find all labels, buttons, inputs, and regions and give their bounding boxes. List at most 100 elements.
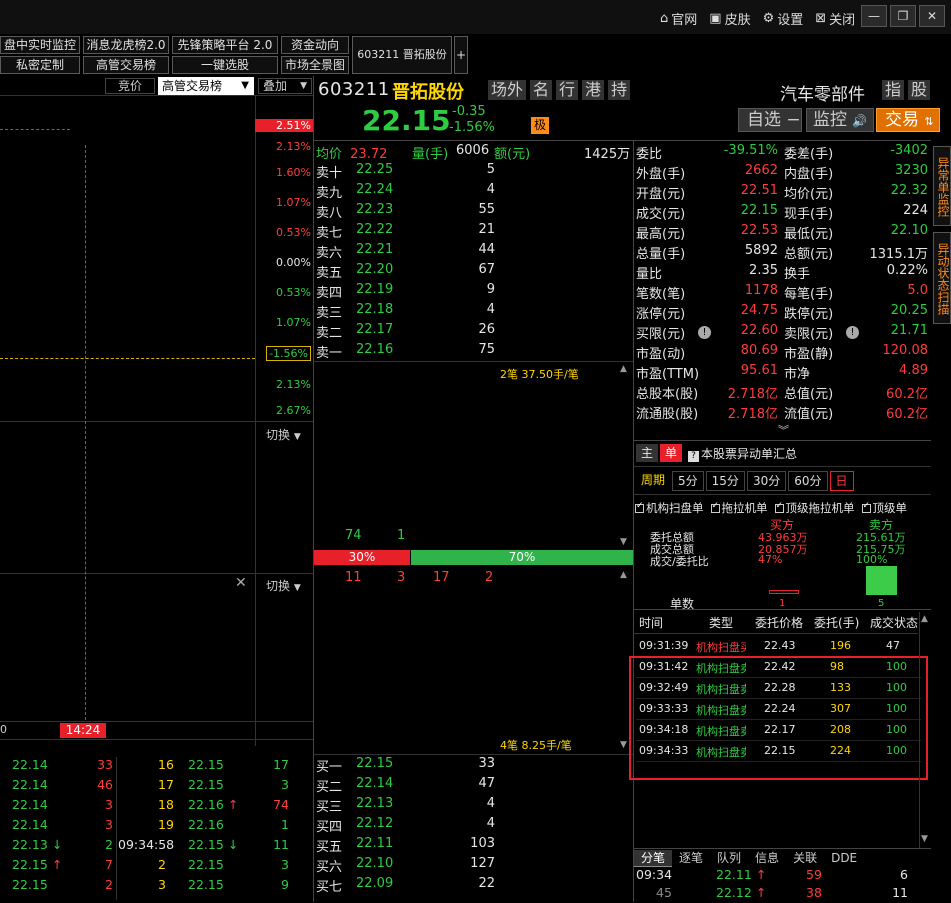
order-row[interactable]: 09:31:39 机构扫盘买 22.43 196 47 — [636, 636, 921, 657]
nav-exec-trading[interactable]: 高管交易榜 — [83, 56, 169, 74]
nav-market-panorama[interactable]: 市场全景图 — [281, 56, 349, 74]
order-level-row[interactable]: 卖三 22.18 4 — [316, 302, 632, 322]
tick-list-right: 09:34 22.11 ↑ 59 6 45 22.12 ↑ 38 11 — [636, 867, 916, 903]
order-level-row[interactable]: 买二 22.14 47 — [316, 776, 632, 796]
period-tab[interactable]: 5分 — [672, 471, 704, 491]
period-tab[interactable]: 30分 — [746, 471, 787, 491]
bottom-tab[interactable]: 逐笔 — [672, 850, 710, 867]
bottom-tab[interactable]: DDE — [824, 850, 864, 867]
orders-header-cell[interactable]: 委托(手) — [814, 614, 859, 631]
order-level-row[interactable]: 卖十 22.25 5 — [316, 162, 632, 182]
stat-value: 22.60 — [740, 323, 778, 338]
nav-realtime-monitor[interactable]: 盘中实时监控 — [0, 36, 80, 54]
nav-pioneer-strategy[interactable]: 先锋策略平台 2.0 — [172, 36, 278, 54]
stat-label: 市净 — [784, 367, 811, 382]
side-tab-abnormal[interactable]: 异常单监控 — [933, 146, 951, 226]
orders-header-cell[interactable]: 时间 — [639, 614, 663, 631]
close-window-button[interactable]: ✕ — [919, 5, 945, 27]
scroll-up-icon-3[interactable]: ▲ — [921, 614, 928, 624]
level-volume: 47 — [478, 776, 495, 791]
order-level-row[interactable]: 买一 22.15 33 — [316, 756, 632, 776]
stock-tag[interactable]: 场外 — [488, 80, 527, 100]
order-level-row[interactable]: 卖七 22.22 21 — [316, 222, 632, 242]
axis-pct-label: 2.67% — [276, 404, 311, 417]
filter-checkbox[interactable]: 拖拉机单 — [710, 500, 768, 516]
order-level-row[interactable]: 买六 22.10 127 — [316, 856, 632, 876]
overlay-button[interactable]: 叠加 ▼ — [258, 78, 312, 94]
summary-link[interactable]: ? 本股票异动单汇总 — [688, 445, 797, 462]
filter-checkbox[interactable]: 顶级拖拉机单 — [774, 500, 855, 516]
period-tab[interactable]: 日 — [829, 471, 854, 491]
stat-label: 内盘(手) — [784, 167, 834, 182]
scroll-up-icon-2[interactable]: ▲ — [620, 570, 627, 580]
switch-button-2[interactable]: 切换 ▼ — [266, 577, 301, 594]
tick-row: 22.13 2 09:34:58 22.15 11 ↓ ↓ — [12, 837, 289, 852]
orders-header-cell[interactable]: 成交状态 — [870, 614, 918, 631]
stat-label: 跌停(元) — [784, 307, 834, 322]
order-level-row[interactable]: 卖一 22.16 75 — [316, 342, 632, 362]
minimize-button[interactable]: — — [861, 5, 887, 27]
restore-button[interactable]: ❐ — [890, 5, 916, 27]
monitor-button[interactable]: 监控 🔊 — [806, 108, 874, 132]
tick-row: 22.14 3 18 22.16 74 ↑ — [12, 797, 289, 812]
stat-label: 总量(手) — [636, 247, 686, 262]
index-tag[interactable]: 股 — [908, 80, 931, 100]
order-level-row[interactable]: 卖四 22.19 9 — [316, 282, 632, 302]
bottom-tab[interactable]: 信息 — [748, 850, 786, 867]
scroll-up-icon[interactable]: ▲ — [620, 364, 627, 374]
settings-link[interactable]: ⚙ 设置 — [763, 9, 804, 28]
period-tab[interactable]: 周期 — [636, 471, 670, 491]
info-icon[interactable]: ! — [698, 326, 711, 339]
order-level-row[interactable]: 买五 22.11 103 — [316, 836, 632, 856]
order-level-row[interactable]: 卖五 22.20 67 — [316, 262, 632, 282]
bottom-tab[interactable]: 队列 — [710, 850, 748, 867]
orders-header-cell[interactable]: 委托价格 — [755, 614, 803, 631]
add-tab-button[interactable]: + — [454, 36, 468, 74]
stock-tag[interactable]: 行 — [556, 80, 579, 100]
level-label: 卖五 — [316, 266, 343, 281]
tick-list-left: 22.14 33 16 22.15 17 22.14 46 17 22.15 3 22.14 3 18 2… — [0, 757, 313, 900]
stock-tag[interactable]: 港 — [582, 80, 605, 100]
scroll-down-icon-3[interactable]: ▼ — [921, 834, 928, 844]
switch-button-1[interactable]: 切换 ▼ — [266, 426, 301, 443]
tab-single[interactable]: 单 — [660, 444, 682, 462]
filter-checkbox[interactable]: 顶级单 — [861, 500, 907, 516]
scroll-down-icon-2[interactable]: ▼ — [620, 740, 627, 750]
bid-button[interactable]: 竞价 — [105, 78, 155, 94]
stock-tag[interactable]: 名 — [530, 80, 553, 100]
watchlist-button[interactable]: 自选 − — [738, 108, 802, 132]
period-tab[interactable]: 15分 — [705, 471, 745, 491]
order-level-row[interactable]: 卖六 22.21 44 — [316, 242, 632, 262]
bottom-tab[interactable]: 关联 — [786, 850, 824, 867]
order-level-row[interactable]: 买七 22.09 22 — [316, 876, 632, 896]
stock-tab[interactable]: 603211 晋拓股份 — [352, 36, 452, 74]
industry-label[interactable]: 汽车零部件 — [780, 80, 865, 105]
nav-capital-flow[interactable]: 资金动向 — [281, 36, 349, 54]
trade-button[interactable]: 交易 ⇅ — [876, 108, 940, 132]
order-level-row[interactable]: 买四 22.12 4 — [316, 816, 632, 836]
order-level-row[interactable]: 卖八 22.23 55 — [316, 202, 632, 222]
filter-checkbox[interactable]: 机构扫盘单 — [635, 500, 704, 516]
close-link[interactable]: ⊠ 关闭 — [815, 9, 855, 28]
skin-link[interactable]: ▣ 皮肤 — [709, 9, 750, 28]
close-subchart-icon[interactable]: ✕ — [235, 575, 247, 591]
index-tag[interactable]: 指 — [882, 80, 905, 100]
tab-main[interactable]: 主 — [636, 444, 658, 462]
bottom-tab[interactable]: 分笔 — [634, 850, 673, 867]
orders-header-cell[interactable]: 类型 — [709, 614, 733, 631]
side-tab-scan[interactable]: 异动状态扫描 — [933, 232, 951, 324]
order-level-row[interactable]: 买三 22.13 4 — [316, 796, 632, 816]
nav-private-custom[interactable]: 私密定制 — [0, 56, 80, 74]
expand-icon[interactable]: ︾ — [778, 422, 789, 438]
period-tab[interactable]: 60分 — [788, 471, 828, 491]
exec-select[interactable]: 高管交易榜 ▼ — [158, 77, 254, 95]
home-link[interactable]: ⌂ 官网 — [660, 9, 697, 28]
scroll-down-icon[interactable]: ▼ — [620, 537, 627, 547]
nav-news-dragon[interactable]: 消息龙虎榜2.0 — [83, 36, 169, 54]
info-icon[interactable]: ! — [846, 326, 859, 339]
stat-row: 流通股(股) 2.718亿 流值(元) 60.2亿 — [636, 403, 930, 423]
nav-quick-select[interactable]: 一键选股 — [172, 56, 278, 74]
stock-tag[interactable]: 持 — [608, 80, 631, 100]
order-level-row[interactable]: 卖二 22.17 26 — [316, 322, 632, 342]
order-level-row[interactable]: 卖九 22.24 4 — [316, 182, 632, 202]
